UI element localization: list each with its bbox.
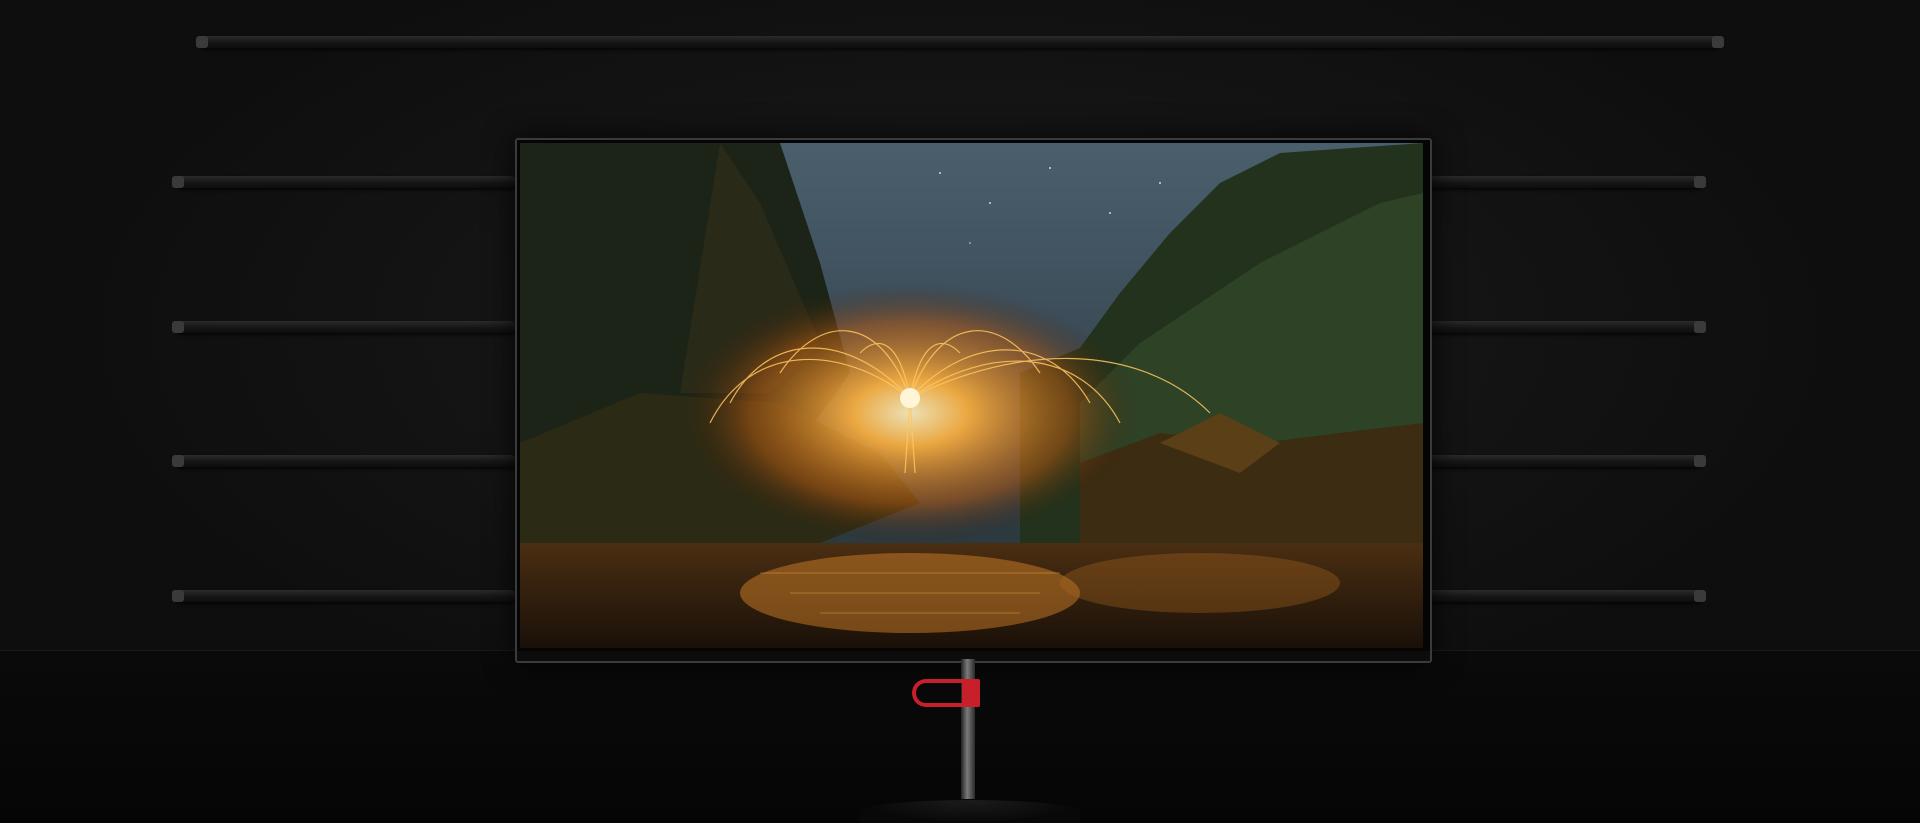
stand-clip-bar	[962, 679, 980, 707]
wall-rail-left-2	[172, 321, 516, 333]
wall-rail-right-3	[1426, 455, 1706, 467]
wall-rail-right-4	[1426, 590, 1706, 602]
screen-photo	[520, 143, 1423, 648]
floor	[0, 650, 1920, 823]
wall-rail-left-4	[172, 590, 516, 602]
monitor	[515, 138, 1432, 663]
wall-rail-left-1	[172, 176, 516, 188]
wall-rail-right-2	[1426, 321, 1706, 333]
wall-rail-left-3	[172, 455, 516, 467]
wall-rail-top	[196, 36, 1724, 48]
monitor-screen	[520, 143, 1423, 648]
monitor-stand-base	[860, 800, 1080, 823]
product-scene	[0, 0, 1920, 823]
wall-rail-right-1	[1426, 176, 1706, 188]
